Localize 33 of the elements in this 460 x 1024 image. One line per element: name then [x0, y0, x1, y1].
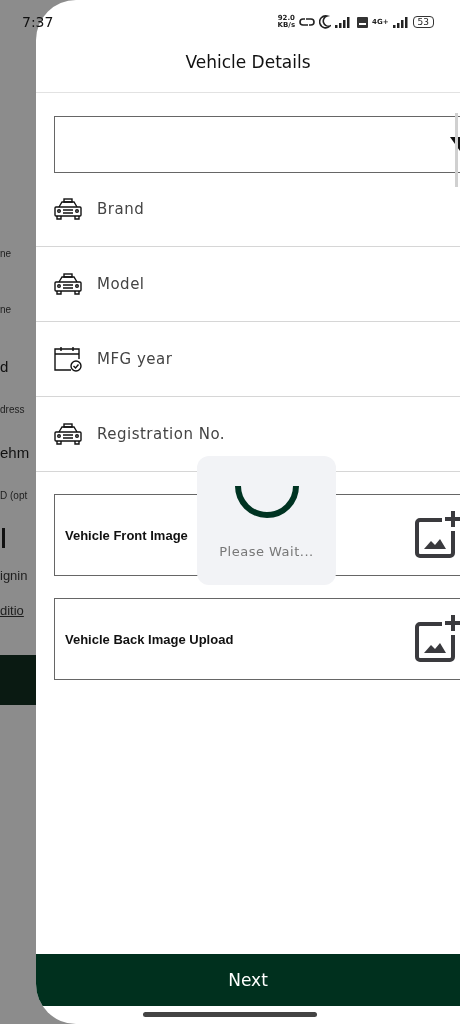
upload-box[interactable]: Vehicle Back Image Upload [54, 598, 460, 680]
next-button[interactable]: Next [36, 954, 460, 1006]
car-icon [54, 273, 82, 295]
battery-level: 53 [412, 16, 434, 28]
form-row[interactable]: MFG year [36, 322, 460, 397]
field-label: Registration No. [97, 425, 226, 443]
upload-label: Vehicle Front Image [65, 527, 188, 543]
volte-icon [357, 16, 369, 28]
background-text: D (opt [0, 490, 28, 501]
dropdown-field[interactable] [54, 116, 460, 173]
calendar-check-icon [54, 346, 82, 372]
background-text: ne [0, 303, 12, 315]
add-image-icon[interactable] [414, 615, 460, 663]
car-icon [54, 198, 82, 220]
form-row[interactable]: Brand [36, 172, 460, 247]
car-icon [54, 423, 82, 445]
background-text: ne [0, 247, 12, 259]
field-label: MFG year [97, 350, 173, 368]
moon-icon [319, 15, 332, 29]
link-icon [299, 16, 316, 28]
add-image-icon[interactable] [414, 511, 460, 559]
background-text: d [0, 357, 9, 375]
upload-label: Vehicle Back Image Upload [65, 631, 234, 647]
field-label: Model [97, 275, 145, 293]
sheet-title: Vehicle Details [185, 52, 311, 72]
background-text: ignin [0, 567, 28, 583]
form-row[interactable]: Model [36, 247, 460, 322]
signal-icon [392, 16, 409, 28]
background-text: dress [0, 403, 25, 415]
loading-message: Please Wait... [219, 544, 314, 559]
text-cursor [2, 527, 5, 548]
field-label: Brand [97, 200, 145, 218]
background-text: ehm [0, 443, 30, 461]
